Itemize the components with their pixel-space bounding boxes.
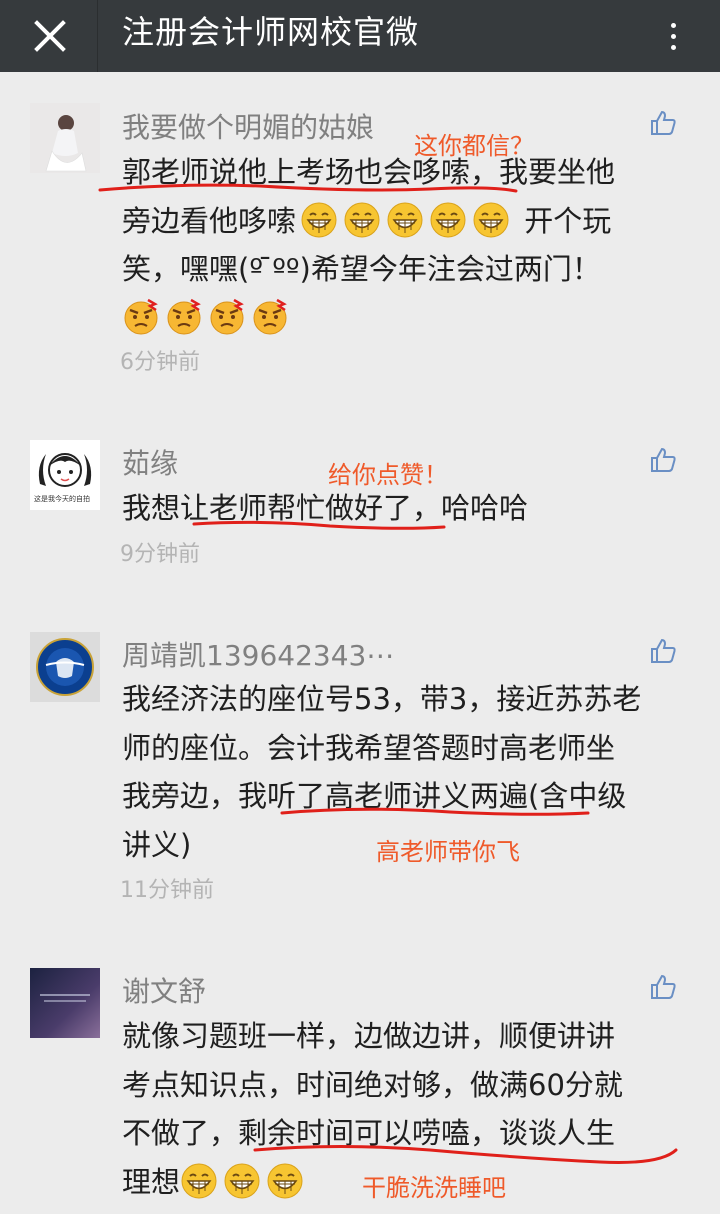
avatar[interactable] xyxy=(30,632,100,702)
angry-emoji-icon xyxy=(208,298,246,336)
comment-author: 周靖凯139642343⋯ xyxy=(122,639,395,672)
close-button[interactable] xyxy=(28,14,72,58)
comment-author: 茹缘 xyxy=(122,447,179,480)
grin-emoji-icon xyxy=(266,1162,304,1200)
comment-time: 11分钟前 xyxy=(120,878,214,903)
angry-emoji-icon xyxy=(251,298,289,336)
comment-author: 我要做个明媚的姑娘 xyxy=(122,111,375,144)
handwritten-annotation: 这你都信？ xyxy=(414,132,534,160)
angry-emoji-icon xyxy=(122,298,160,336)
like-icon[interactable] xyxy=(649,109,677,137)
avatar[interactable]: 这是我今天的自拍 xyxy=(30,440,100,510)
handwritten-annotation: 干脆洗洗睡吧 xyxy=(362,1174,506,1202)
comment-time: 6分钟前 xyxy=(120,350,200,375)
more-vertical-icon xyxy=(670,22,676,28)
title-divider xyxy=(97,0,98,72)
comment-text: 我想让老师帮忙做好了，哈哈哈 xyxy=(122,491,529,525)
avatar[interactable] xyxy=(30,968,100,1038)
comment-text: 郭老师说他上考场也会哆嗦，我要坐他 旁边看他哆嗦 开个玩 笑，嘿嘿(º ̄ºº)… xyxy=(122,148,696,342)
grin-emoji-icon xyxy=(343,201,381,239)
more-button[interactable] xyxy=(658,8,688,64)
avatar-caption: 这是我今天的自拍 xyxy=(34,495,90,503)
comment-time: 9分钟前 xyxy=(120,542,200,567)
like-icon[interactable] xyxy=(649,446,677,474)
like-icon[interactable] xyxy=(649,637,677,665)
avatar[interactable] xyxy=(30,103,100,173)
title-bar: 注册会计师网校官微 xyxy=(0,0,720,72)
angry-emoji-icon xyxy=(165,298,203,336)
grin-emoji-icon xyxy=(300,201,338,239)
like-icon[interactable] xyxy=(649,973,677,1001)
close-icon xyxy=(34,20,66,52)
page-title: 注册会计师网校官微 xyxy=(122,13,420,51)
grin-emoji-icon xyxy=(429,201,467,239)
comment-author: 谢文舒 xyxy=(122,975,207,1008)
handwritten-annotation: 给你点赞！ xyxy=(328,461,448,489)
handwritten-annotation: 高老师带你飞 xyxy=(376,838,520,866)
grin-emoji-icon xyxy=(472,201,510,239)
grin-emoji-icon xyxy=(386,201,424,239)
grin-emoji-icon xyxy=(223,1162,261,1200)
grin-emoji-icon xyxy=(180,1162,218,1200)
